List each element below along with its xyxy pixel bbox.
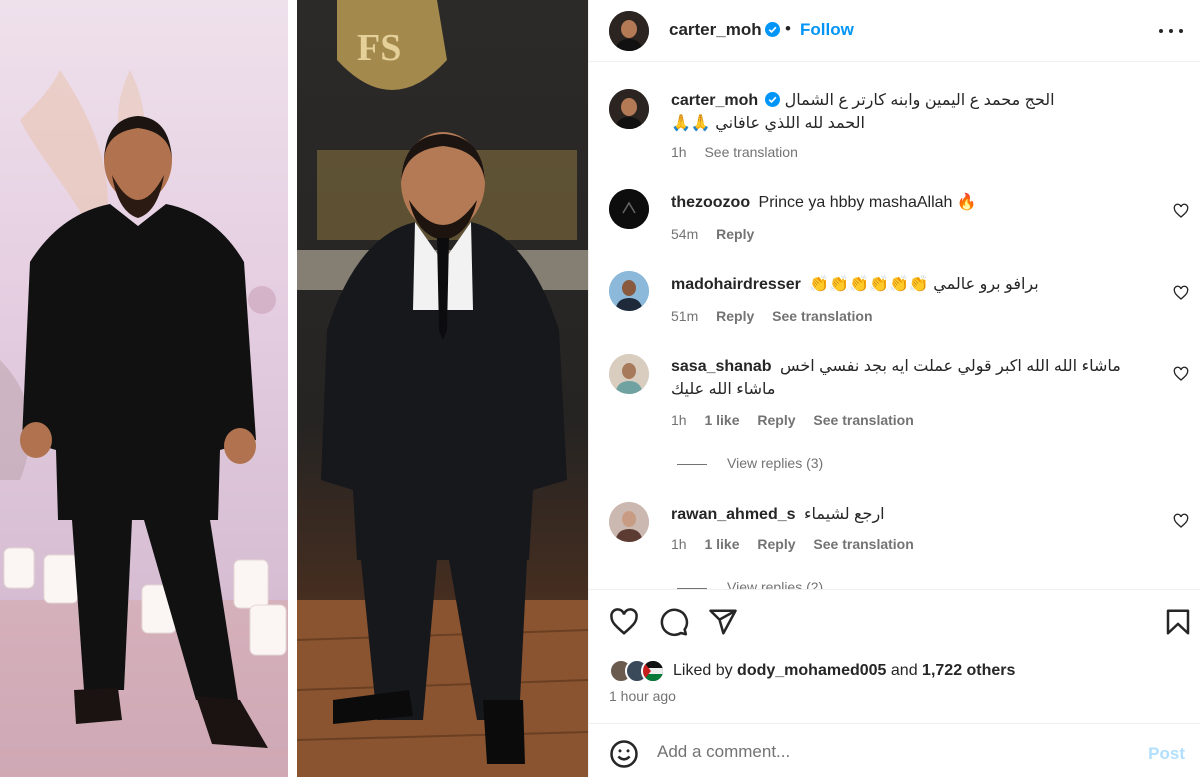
- liked-by-label: Liked by: [673, 662, 733, 679]
- post-panel: carter_moh • Follow carter_moh الحج محمد…: [588, 0, 1200, 777]
- comments-list[interactable]: carter_moh الحج محمد ع اليمين وابنه كارت…: [589, 63, 1200, 589]
- liked-by-user[interactable]: dody_mohamed005: [737, 662, 886, 679]
- comment-reply-button[interactable]: Reply: [757, 412, 795, 428]
- comment-likes-count[interactable]: 1 like: [704, 536, 739, 552]
- comment-like-heart-icon[interactable]: [1173, 285, 1189, 301]
- comment-like-heart-icon[interactable]: [1173, 366, 1189, 382]
- comment-input[interactable]: [657, 737, 1097, 767]
- comment-see-translation[interactable]: See translation: [813, 412, 913, 428]
- comment-time: 1h: [671, 536, 687, 552]
- photo-left: [0, 0, 288, 777]
- comment-see-translation[interactable]: See translation: [772, 308, 872, 324]
- comment-text: Prince ya hbby mashaAllah 🔥: [758, 194, 977, 211]
- add-comment-bar: Post: [589, 723, 1200, 777]
- comment-time: 1h: [671, 412, 687, 428]
- comment-icon[interactable]: [659, 607, 689, 637]
- comment-reply-button[interactable]: Reply: [757, 536, 795, 552]
- comment-avatar[interactable]: [609, 354, 649, 394]
- view-replies-button[interactable]: View replies (2): [677, 579, 823, 589]
- likes-count[interactable]: 1,722 others: [922, 662, 1015, 679]
- verified-badge-icon: [765, 92, 781, 107]
- svg-text:FS: FS: [357, 27, 401, 69]
- comment-username[interactable]: rawan_ahmed_s: [671, 506, 796, 523]
- post-media[interactable]: FS: [0, 0, 588, 777]
- likes-summary: Liked by dody_mohamed005 and 1,722 other…: [609, 658, 1015, 684]
- action-bar: Liked by dody_mohamed005 and 1,722 other…: [589, 589, 1200, 723]
- post-header: carter_moh • Follow: [589, 0, 1200, 62]
- view-replies-button[interactable]: View replies (3): [677, 455, 823, 471]
- comment-reply-button[interactable]: Reply: [716, 226, 754, 242]
- bookmark-icon[interactable]: [1163, 607, 1193, 637]
- post-comment-button[interactable]: Post: [1148, 744, 1185, 764]
- comment-time: 54m: [671, 226, 699, 242]
- liked-by-and: and: [890, 662, 918, 679]
- comment-text: برافو برو عالمي 👏👏👏👏👏👏: [809, 276, 1039, 293]
- header-separator: •: [785, 19, 791, 38]
- caption-see-translation[interactable]: See translation: [704, 144, 797, 160]
- comment-username[interactable]: madohairdresser: [671, 276, 801, 293]
- comment-text: ارجع لشيماء: [803, 506, 885, 523]
- comment-likes-count[interactable]: 1 like: [704, 412, 739, 428]
- comment-avatar[interactable]: [609, 502, 649, 542]
- comment-username[interactable]: thezoozoo: [671, 194, 750, 211]
- caption-line-2: الحمد لله اللذي عافاني 🙏🙏: [671, 115, 865, 132]
- photo-right: FS: [297, 0, 588, 777]
- caption-avatar[interactable]: [609, 89, 649, 129]
- caption-time: 1h: [671, 144, 687, 160]
- comment-username[interactable]: sasa_shanab: [671, 358, 772, 375]
- caption-username[interactable]: carter_moh: [671, 92, 758, 109]
- emoji-icon[interactable]: [609, 739, 639, 769]
- author-avatar[interactable]: [609, 11, 649, 51]
- share-icon[interactable]: [708, 607, 738, 637]
- follow-button[interactable]: Follow: [800, 20, 854, 40]
- comment-avatar[interactable]: [609, 189, 649, 229]
- liker-avatar: [641, 659, 665, 683]
- caption-line-1: الحج محمد ع اليمين وابنه كارتر ع الشمال: [784, 92, 1055, 109]
- heart-icon[interactable]: [609, 607, 639, 637]
- more-options-icon[interactable]: [1159, 20, 1183, 42]
- comment-like-heart-icon[interactable]: [1173, 203, 1189, 219]
- comment-avatar[interactable]: [609, 271, 649, 311]
- post-time[interactable]: 1 hour ago: [609, 688, 676, 704]
- comment-reply-button[interactable]: Reply: [716, 308, 754, 324]
- comment-time: 51m: [671, 308, 699, 324]
- author-username[interactable]: carter_moh: [669, 20, 762, 39]
- comment-like-heart-icon[interactable]: [1173, 513, 1189, 529]
- comment-see-translation[interactable]: See translation: [813, 536, 913, 552]
- verified-badge-icon: [764, 22, 780, 37]
